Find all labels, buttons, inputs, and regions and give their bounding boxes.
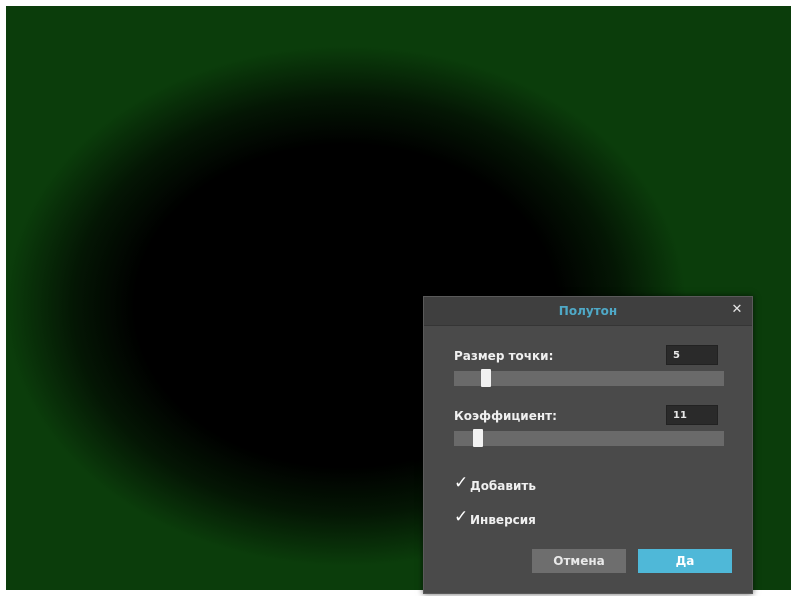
coefficient-slider[interactable] (454, 429, 724, 447)
halftone-dialog: Полутон ✕ Размер точки: 5 Коэффициент: 1… (423, 296, 753, 594)
invert-checkbox-label: Инверсия (470, 513, 536, 527)
coefficient-slider-thumb[interactable] (473, 429, 483, 447)
dialog-title: Полутон (558, 304, 618, 318)
coefficient-label: Коэффициент: (454, 409, 557, 423)
checkmark-icon[interactable]: ✓ (454, 507, 468, 527)
add-checkbox-label: Добавить (470, 479, 536, 493)
ok-button[interactable]: Да (638, 549, 732, 573)
dot-size-label: Размер точки: (454, 349, 554, 363)
checkmark-icon[interactable]: ✓ (454, 473, 468, 493)
close-icon[interactable]: ✕ (730, 303, 744, 317)
dot-size-input[interactable]: 5 (666, 345, 718, 365)
cancel-button[interactable]: Отмена (532, 549, 626, 573)
coefficient-input[interactable]: 11 (666, 405, 718, 425)
dialog-titlebar[interactable]: Полутон ✕ (424, 297, 752, 326)
dot-size-slider-thumb[interactable] (481, 369, 491, 387)
dot-size-slider[interactable] (454, 369, 724, 387)
